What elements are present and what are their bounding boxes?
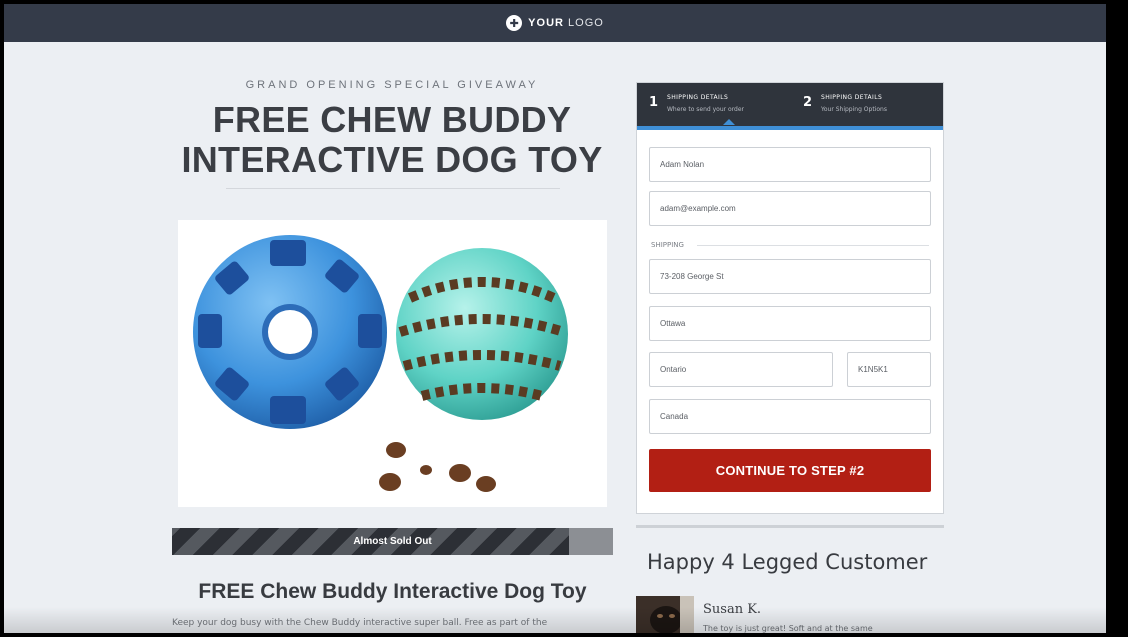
site-logo[interactable]: YOUR LOGO [528,17,604,29]
continue-button[interactable]: CONTINUE TO STEP #2 [649,449,931,492]
country-field[interactable] [649,399,931,434]
dog-photo-icon [636,596,694,633]
city-field[interactable] [649,306,931,341]
shipping-section-divider [697,245,929,246]
plus-circle-icon: ✚ [506,15,523,31]
state-field[interactable] [649,352,833,387]
form-steps: 1 SHIPPING DETAILS Where to send your or… [637,83,943,130]
product-title: FREE Chew Buddy Interactive Dog Toy [198,580,587,603]
headline-line-1: FREE CHEW BUDDY [212,99,572,140]
address-field[interactable] [649,259,931,294]
shipping-section-label: SHIPPING [651,241,684,249]
name-field[interactable] [649,147,931,182]
step-1-number: 1 [649,95,659,110]
testimonials-heading: Happy 4 Legged Customer [647,550,928,574]
sidebar-divider [636,525,944,528]
zip-field[interactable] [847,352,931,387]
avatar [636,596,694,633]
kibble-pieces [379,442,496,492]
step-1[interactable]: 1 SHIPPING DETAILS Where to send your or… [649,91,789,125]
step-2-title: SHIPPING DETAILS [821,94,883,101]
step-2[interactable]: 2 SHIPPING DETAILS Your Shipping Options [803,91,933,121]
headline-line-2: INTERACTIVE DOG TOY [181,139,603,180]
step-2-number: 2 [803,95,813,110]
stock-progress-label: Almost Sold Out [353,536,432,547]
teal-grooved-ball [396,248,568,420]
email-field[interactable] [649,191,931,226]
product-description: Keep your dog busy with the Chew Buddy i… [172,618,548,628]
step-1-subtitle: Where to send your order [667,106,745,113]
chew-toy-illustration [193,235,568,492]
promo-kicker: GRAND OPENING SPECIAL GIVEAWAY [245,79,539,91]
logo-light-text: LOGO [568,17,604,29]
step-2-subtitle: Your Shipping Options [821,106,887,113]
page-headline: FREE CHEW BUDDY INTERACTIVE DOG TOY [164,100,620,180]
order-form: 1 SHIPPING DETAILS Where to send your or… [636,82,944,514]
browser-viewport: ✚ YOUR LOGO GRAND OPENING SPECIAL GIVEAW… [4,4,1106,633]
headline-divider [226,188,560,189]
logo-bold-text: YOUR [528,17,564,29]
active-step-caret [723,119,735,125]
top-header-bar: ✚ YOUR LOGO [4,4,1106,42]
product-image [178,220,607,507]
reviewer-name: Susan K. [703,602,762,617]
review-text: The toy is just great! Soft and at the s… [703,624,873,633]
stock-progress-bar: Almost Sold Out [172,528,613,555]
blue-ring-ball [193,235,387,429]
step-1-title: SHIPPING DETAILS [667,94,729,101]
